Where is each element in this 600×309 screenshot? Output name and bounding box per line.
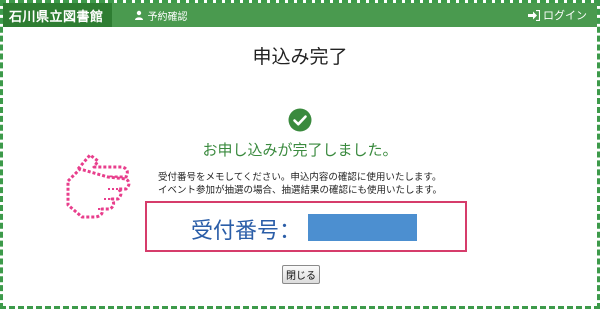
note-line: イベント参加が抽選の場合、抽選結果の確認にも使用いたします。	[158, 185, 443, 196]
user-icon	[134, 10, 143, 20]
reception-number-box: 受付番号：	[145, 201, 467, 252]
site-logo[interactable]: 石川県立図書館	[3, 3, 112, 27]
login-label: ログイン	[543, 9, 587, 22]
top-navigation-bar: 石川県立図書館 予約確認 ログイン	[3, 3, 597, 27]
reservation-check-label: 予約確認	[147, 11, 188, 23]
login-icon	[528, 9, 540, 21]
reservation-check-link[interactable]: 予約確認	[134, 8, 188, 23]
check-circle-icon	[288, 108, 312, 132]
pointing-hand-icon	[66, 153, 131, 219]
reception-number-label: 受付番号：	[191, 219, 302, 244]
close-button[interactable]: 閉じる	[282, 265, 320, 284]
reception-number-value	[308, 214, 417, 241]
note-line: 受付番号をメモしてください。申込内容の確認に使用いたします。	[158, 172, 442, 183]
page-title: 申込み完了	[252, 46, 348, 68]
login-link[interactable]: ログイン	[528, 3, 587, 27]
